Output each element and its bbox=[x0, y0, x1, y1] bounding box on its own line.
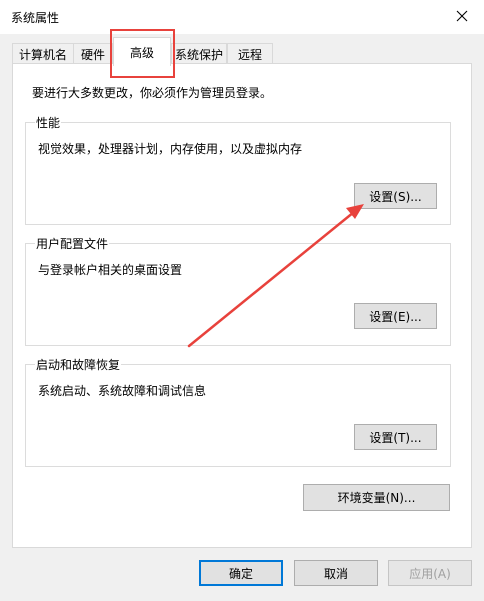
tab-hardware[interactable]: 硬件 bbox=[73, 43, 113, 64]
environment-variables-button[interactable]: 环境变量(N)... bbox=[303, 484, 450, 511]
tab-strip: 计算机名 硬件 高级 系统保护 远程 bbox=[0, 34, 484, 66]
admin-notice: 要进行大多数更改，你必须作为管理员登录。 bbox=[32, 86, 273, 100]
tab-label: 硬件 bbox=[80, 47, 105, 62]
close-button[interactable] bbox=[440, 0, 484, 32]
tab-remote[interactable]: 远程 bbox=[227, 43, 273, 64]
startup-recovery-settings-button[interactable]: 设置(T)... bbox=[354, 424, 437, 450]
performance-description: 视觉效果，处理器计划，内存使用，以及虚拟内存 bbox=[38, 142, 303, 156]
annotation-highlight-box bbox=[110, 29, 175, 78]
startup-recovery-group-label: 启动和故障恢复 bbox=[35, 356, 122, 373]
ok-button[interactable]: 确定 bbox=[199, 560, 283, 586]
window-title: 系统属性 bbox=[11, 11, 60, 25]
user-profiles-settings-button[interactable]: 设置(E)... bbox=[354, 303, 437, 329]
performance-group-label: 性能 bbox=[35, 114, 62, 131]
title-bar: 系统属性 bbox=[0, 0, 484, 34]
tab-label: 系统保护 bbox=[174, 47, 223, 62]
user-profiles-description: 与登录帐户相关的桌面设置 bbox=[38, 263, 183, 277]
tab-label: 远程 bbox=[237, 47, 262, 62]
apply-button[interactable]: 应用(A) bbox=[388, 560, 472, 586]
performance-settings-button[interactable]: 设置(S)... bbox=[354, 183, 437, 209]
user-profiles-group bbox=[25, 243, 451, 346]
performance-group bbox=[25, 122, 451, 225]
startup-recovery-group bbox=[25, 364, 451, 467]
tab-computer-name[interactable]: 计算机名 bbox=[12, 43, 74, 64]
tab-label: 计算机名 bbox=[18, 47, 67, 62]
cancel-button[interactable]: 取消 bbox=[294, 560, 378, 586]
close-icon bbox=[456, 10, 468, 22]
tab-system-protection[interactable]: 系统保护 bbox=[171, 43, 227, 64]
user-profiles-group-label: 用户配置文件 bbox=[35, 235, 110, 252]
startup-recovery-description: 系统启动、系统故障和调试信息 bbox=[38, 384, 207, 398]
